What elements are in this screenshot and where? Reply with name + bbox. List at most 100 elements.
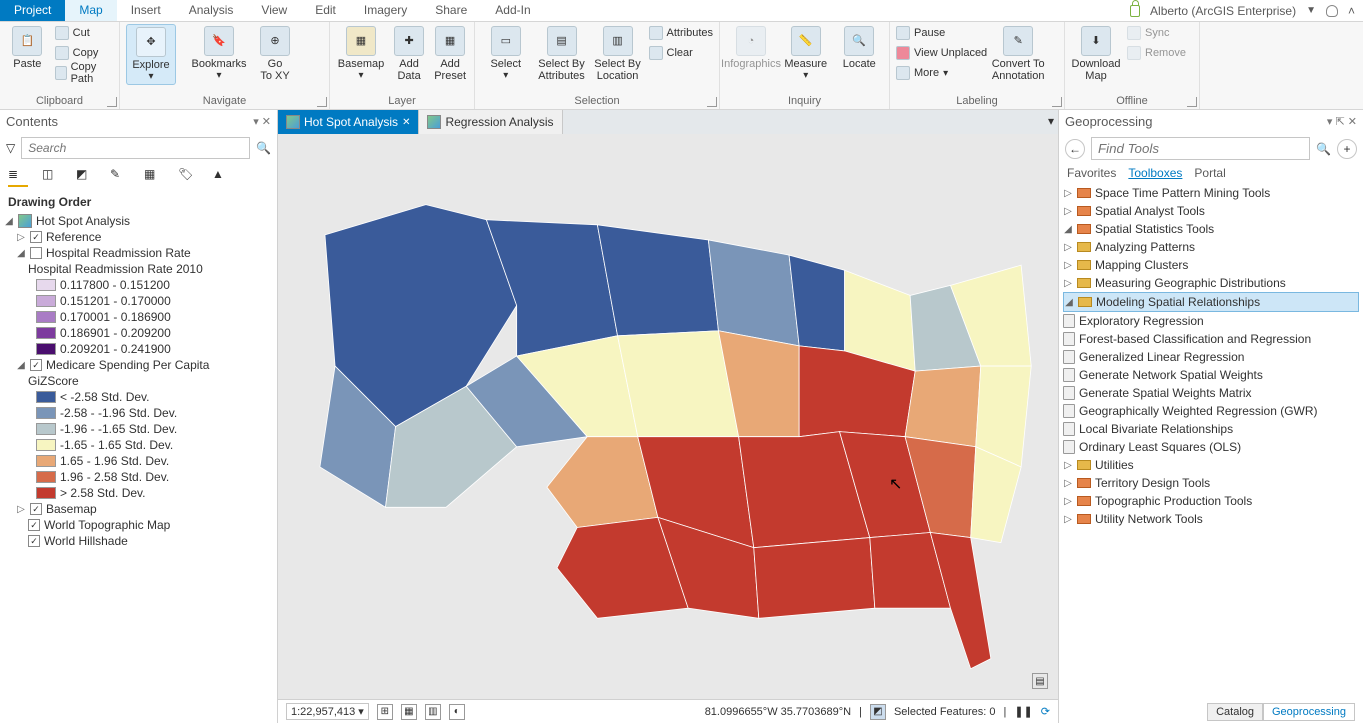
goto-xy-button[interactable]: ⊕Go To XY [250,24,300,84]
toolbox-node[interactable]: ▷Territory Design Tools [1063,474,1359,492]
basemap-button[interactable]: ▦Basemap▾ [336,24,386,83]
list-drawing-order-icon[interactable]: ≣ [8,167,28,187]
add-preset-button[interactable]: ▦Add Preset [432,24,468,84]
add-data-button[interactable]: ✚Add Data [392,24,426,84]
pause-draw-icon[interactable]: ❚❚ [1014,705,1032,718]
sync-button[interactable]: Sync [1127,24,1186,42]
more-labeling-button[interactable]: More▾ [896,64,987,82]
search-icon[interactable]: 🔍 [1316,142,1331,156]
tab-map[interactable]: Map [65,0,116,21]
map-menu-icon[interactable]: ▾ [1044,110,1058,134]
list-perspective-icon[interactable]: ▲ [212,167,232,187]
toolbox-node[interactable]: ◢Spatial Statistics Tools [1063,220,1359,238]
clear-button[interactable]: Clear [649,44,713,62]
tab-edit[interactable]: Edit [301,0,350,21]
checkbox-icon[interactable]: ✓ [30,359,42,371]
gp-tool[interactable]: Generate Spatial Weights Matrix [1063,384,1359,402]
select-by-loc-button[interactable]: ▥Select By Location [593,24,643,84]
filter-icon[interactable]: ▽ [6,141,15,155]
paste-button[interactable]: 📋Paste [6,24,49,72]
pause-labeling-button[interactable]: Pause [896,24,987,42]
toolset-utilities[interactable]: ▷Utilities [1063,456,1359,474]
tab-analysis[interactable]: Analysis [175,0,248,21]
toolbox-node[interactable]: ▷Spatial Analyst Tools [1063,202,1359,220]
download-map-button[interactable]: ⬇Download Map [1071,24,1121,84]
selection-launcher[interactable] [707,97,717,107]
selection-chip-icon[interactable]: ◩ [870,704,886,720]
constraint-icon[interactable]: ▤ [1032,673,1048,689]
view-unplaced-button[interactable]: View Unplaced [896,44,987,62]
labeling-launcher[interactable] [1052,97,1062,107]
autohide-icon[interactable]: ▾ ✕ [253,115,271,128]
bell-icon[interactable] [1326,5,1338,17]
checkbox-icon[interactable]: ✓ [30,231,42,243]
list-editing-icon[interactable]: ✎ [110,167,130,187]
gp-tab-portal[interactable]: Portal [1194,166,1225,180]
locate-button[interactable]: 🔍Locate [836,24,884,72]
toolbox-node[interactable]: ▷Space Time Pattern Mining Tools [1063,184,1359,202]
gp-tool[interactable]: Exploratory Regression [1063,312,1359,330]
explore-button[interactable]: ✥Explore▾ [126,24,176,85]
basemap-hillshade[interactable]: ✓World Hillshade [4,533,273,549]
tab-addin[interactable]: Add-In [481,0,544,21]
gp-tool[interactable]: Local Bivariate Relationships [1063,420,1359,438]
map-tab-hotspot[interactable]: Hot Spot Analysis✕ [278,110,419,134]
refresh-icon[interactable]: ⟳ [1041,705,1050,718]
list-selection-icon[interactable]: ◩ [76,167,96,187]
layer-hospital-readmission[interactable]: ◢Hospital Readmission Rate [4,245,273,261]
tab-imagery[interactable]: Imagery [350,0,421,21]
map-tab-regression[interactable]: Regression Analysis [419,110,562,134]
tab-insert[interactable]: Insert [117,0,175,21]
dock-tab-catalog[interactable]: Catalog [1207,703,1263,721]
select-by-attr-button[interactable]: ▤Select By Attributes [537,24,587,84]
tab-share[interactable]: Share [421,0,481,21]
checkbox-icon[interactable]: ✓ [28,519,40,531]
basemap-topo[interactable]: ✓World Topographic Map [4,517,273,533]
back-icon[interactable]: ← [1065,139,1085,159]
scale-combo[interactable]: 1:22,957,413 ▾ [286,703,369,720]
convert-annotation-button[interactable]: ✎Convert To Annotation [993,24,1043,84]
reference-node[interactable]: ▷✓Reference [4,229,273,245]
tab-project[interactable]: Project [0,0,65,21]
search-icon[interactable]: 🔍 [256,141,271,155]
dynamic-icon[interactable]: ▥ [425,704,441,720]
close-icon[interactable]: ✕ [402,117,410,128]
navigate-launcher[interactable] [317,97,327,107]
list-snapping-icon[interactable]: ▦ [144,167,164,187]
infographics-button[interactable]: ◔Infographics [726,24,776,72]
gp-tool[interactable]: Geographically Weighted Regression (GWR) [1063,402,1359,420]
layer-medicare-spending[interactable]: ◢✓Medicare Spending Per Capita [4,357,273,373]
toolbox-node[interactable]: ▷Topographic Production Tools [1063,492,1359,510]
select-button[interactable]: ▭Select▾ [481,24,531,83]
tab-view[interactable]: View [247,0,301,21]
copy-button[interactable]: Copy [55,44,113,62]
user-area[interactable]: Alberto (ArcGIS Enterprise) ▼ ˄ [1130,0,1363,21]
gp-tool[interactable]: Forest-based Classification and Regressi… [1063,330,1359,348]
checkbox-icon[interactable]: ✓ [30,503,42,515]
list-source-icon[interactable]: ◫ [42,167,62,187]
gp-tool[interactable]: Generate Network Spatial Weights [1063,366,1359,384]
toolset-node[interactable]: ▷Analyzing Patterns [1063,238,1359,256]
map-node[interactable]: ◢Hot Spot Analysis [4,213,273,229]
list-labeling-icon[interactable]: 🏷 [178,167,198,187]
map-canvas[interactable]: ↖ ▤ [278,134,1058,699]
clipboard-launcher[interactable] [107,97,117,107]
basemap-node[interactable]: ▷✓Basemap [4,501,273,517]
corrections-icon[interactable]: ◐ [449,704,465,720]
grid-icon[interactable]: ▦ [401,704,417,720]
toolbox-node[interactable]: ▷Utility Network Tools [1063,510,1359,528]
toolset-node[interactable]: ▷Mapping Clusters [1063,256,1359,274]
contents-search-input[interactable] [21,137,250,159]
remove-button[interactable]: Remove [1127,44,1186,62]
collapse-ribbon-icon[interactable]: ˄ [1348,4,1355,18]
gp-search-input[interactable] [1091,137,1310,160]
copypath-button[interactable]: Copy Path [55,64,113,82]
attributes-button[interactable]: Attributes [649,24,713,42]
checkbox-icon[interactable] [30,247,42,259]
bookmarks-button[interactable]: 🔖Bookmarks▾ [194,24,244,83]
toolset-node[interactable]: ▷Measuring Geographic Distributions [1063,274,1359,292]
checkbox-icon[interactable]: ✓ [28,535,40,547]
toolset-modeling-spatial-relationships[interactable]: ◢Modeling Spatial Relationships [1063,292,1359,312]
autohide-icon[interactable]: ▾ ⇱ ✕ [1327,115,1357,128]
gp-tool[interactable]: Generalized Linear Regression [1063,348,1359,366]
